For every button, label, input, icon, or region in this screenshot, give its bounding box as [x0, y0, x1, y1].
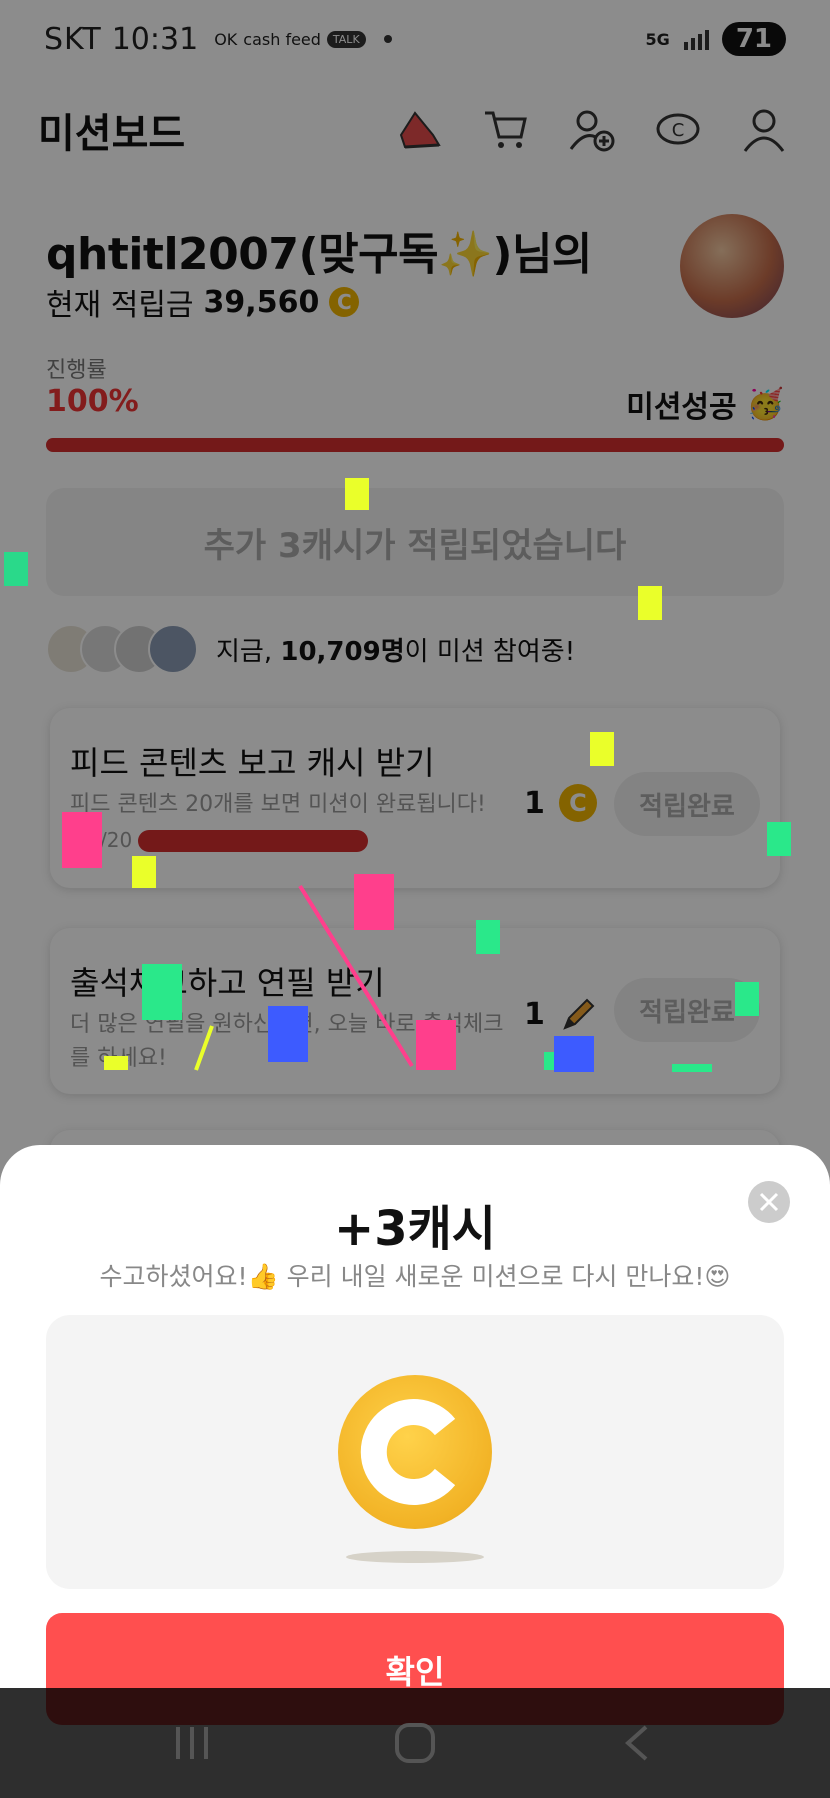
back-button[interactable]: [608, 1713, 668, 1773]
reward-visual: [46, 1315, 784, 1589]
recent-apps-button[interactable]: [162, 1713, 222, 1773]
modal-title: +3캐시: [334, 1201, 496, 1257]
coin-shadow: [346, 1551, 484, 1563]
home-icon: [394, 1723, 435, 1763]
system-nav-bar: [0, 1688, 830, 1798]
modal-subtitle: 수고하셨어요!👍 우리 내일 새로운 미션으로 다시 만나요!😍: [99, 1262, 731, 1291]
back-icon: [625, 1725, 648, 1761]
recent-apps-icon: [175, 1727, 208, 1759]
confetti-streamers: [194, 884, 414, 1071]
coin-icon: [338, 1375, 492, 1529]
home-button[interactable]: [385, 1713, 445, 1773]
